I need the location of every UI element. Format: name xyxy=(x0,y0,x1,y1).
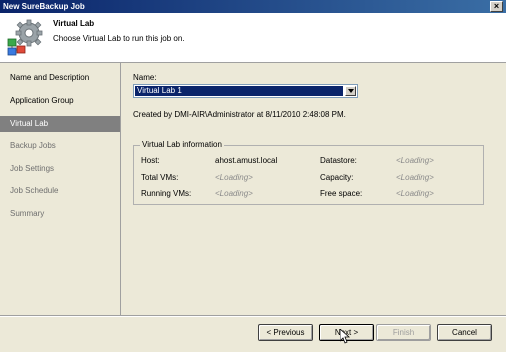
cancel-button[interactable]: Cancel xyxy=(437,324,492,341)
free-space-label: Free space: xyxy=(320,189,363,198)
host-value: ahost.amust.local xyxy=(215,156,278,165)
group-legend: Virtual Lab information xyxy=(140,140,224,149)
running-vms-value: <Loading> xyxy=(215,189,253,198)
virtual-lab-info-group: Virtual Lab information Host: ahost.amus… xyxy=(133,140,484,205)
mouse-cursor-icon xyxy=(340,329,350,344)
capacity-label: Capacity: xyxy=(320,173,354,182)
virtual-lab-select[interactable]: Virtual Lab 1 xyxy=(133,84,358,98)
close-icon: × xyxy=(493,1,500,11)
datastore-value: <Loading> xyxy=(396,156,434,165)
virtual-lab-selected-value: Virtual Lab 1 xyxy=(135,86,343,96)
total-vms-value: <Loading> xyxy=(215,173,253,182)
finish-button: Finish xyxy=(376,324,431,341)
chevron-down-icon xyxy=(348,89,354,93)
host-label: Host: xyxy=(141,156,160,165)
page-subtitle: Choose Virtual Lab to run this job on. xyxy=(53,34,185,43)
created-by-text: Created by DMI-AIR\Administrator at 8/11… xyxy=(133,110,346,119)
sidebar-item-job-schedule: Job Schedule xyxy=(10,186,59,195)
window-title: New SureBackup Job xyxy=(3,2,85,11)
sidebar-item-application-group[interactable]: Application Group xyxy=(0,93,120,109)
sidebar-item-summary: Summary xyxy=(10,209,45,218)
free-space-value: <Loading> xyxy=(396,189,434,198)
name-label: Name: xyxy=(133,73,157,82)
wizard-window: New SureBackup Job × Virtual Lab Choose … xyxy=(0,0,506,352)
datastore-label: Datastore: xyxy=(320,156,357,165)
sidebar-item-virtual-lab[interactable]: Virtual Lab xyxy=(0,116,120,132)
total-vms-label: Total VMs: xyxy=(141,173,179,182)
footer-separator xyxy=(0,315,506,317)
wizard-header: Virtual Lab Choose Virtual Lab to run th… xyxy=(0,13,506,63)
previous-button[interactable]: < Previous xyxy=(258,324,313,341)
title-bar: New SureBackup Job × xyxy=(0,0,506,13)
close-button[interactable]: × xyxy=(490,1,503,12)
page-title: Virtual Lab xyxy=(53,19,95,28)
wizard-steps-sidebar: Name and Description Application Group V… xyxy=(0,63,121,315)
dropdown-button[interactable] xyxy=(345,86,356,96)
sidebar-item-job-settings: Job Settings xyxy=(10,164,55,173)
running-vms-label: Running VMs: xyxy=(141,189,192,198)
sidebar-item-name-and-description[interactable]: Name and Description xyxy=(0,70,120,86)
sidebar-item-backup-jobs: Backup Jobs xyxy=(10,141,56,150)
main-content: Name: Virtual Lab 1 Created by DMI-AIR\A… xyxy=(121,63,506,315)
wizard-gear-icon xyxy=(7,19,43,56)
capacity-value: <Loading> xyxy=(396,173,434,182)
